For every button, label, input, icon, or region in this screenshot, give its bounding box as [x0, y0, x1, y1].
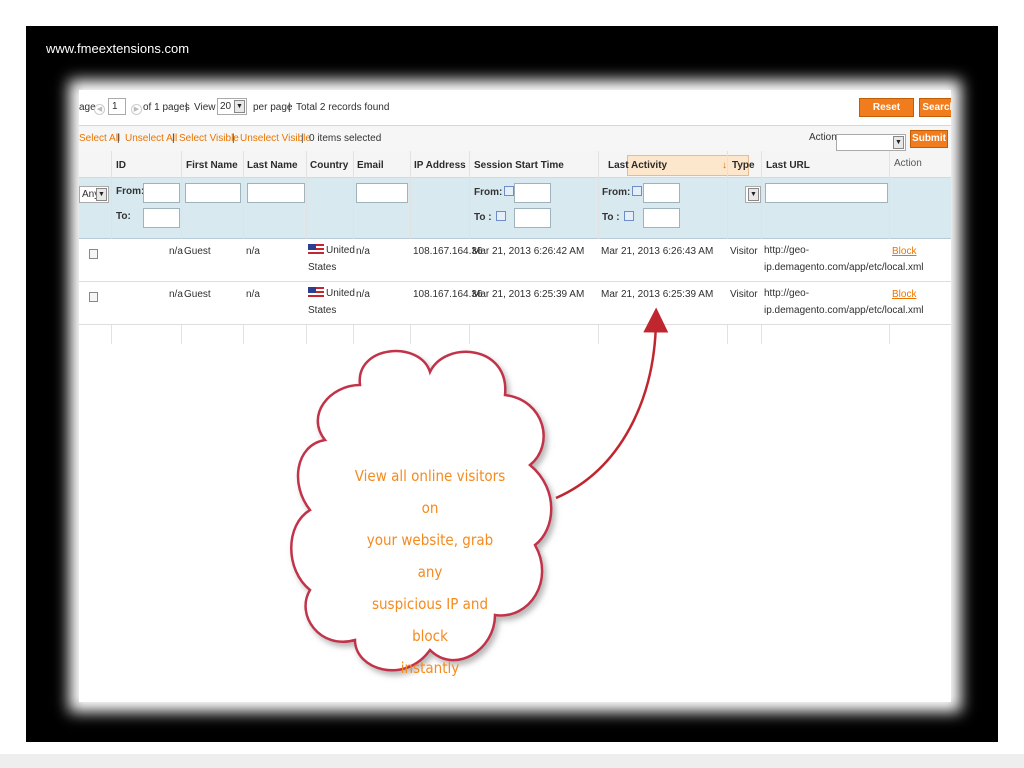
callout-line: suspicious IP and block [371, 595, 489, 645]
callout-line: instantly [400, 659, 460, 677]
callout-line: your website, grab any [366, 531, 494, 581]
callout-overlay [290, 307, 669, 672]
callout-text: View all online visitors on your website… [354, 460, 507, 684]
callout-arrow [555, 307, 669, 500]
bottom-strip [0, 754, 1024, 768]
callout-line: View all online visitors on [354, 467, 506, 517]
